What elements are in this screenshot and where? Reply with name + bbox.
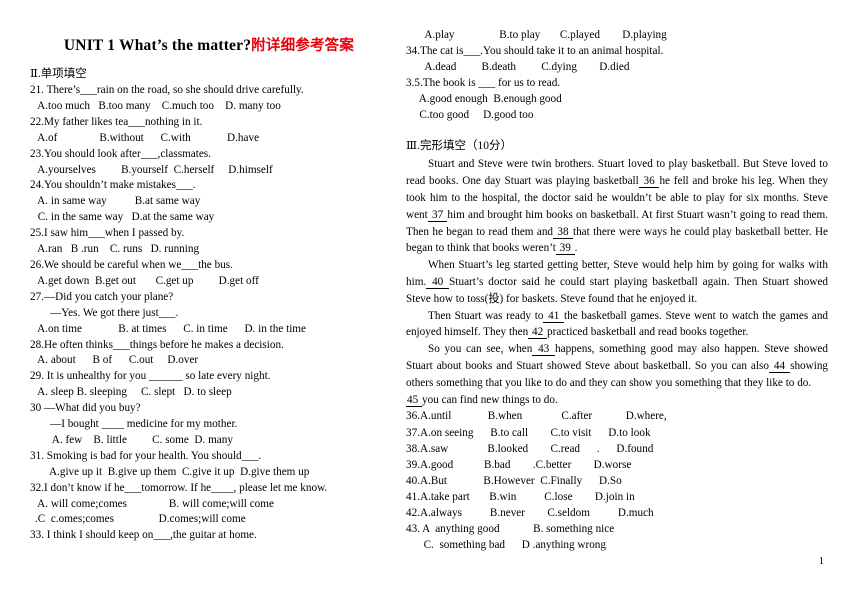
question-item: 25.I saw him___when I passed by. A.ran B… <box>30 226 388 258</box>
question-options: A. sleep B. sleeping C. slept D. to slee… <box>35 386 232 399</box>
cloze-option-row: 42.A.always B.never C.seldom D.much <box>406 507 654 520</box>
page-title: UNIT 1 What’s the matter?附详细参考答案 <box>30 34 388 55</box>
passage-text: Stuart’s doctor said he could start play… <box>406 276 829 305</box>
question-item: 21. There’s___rain on the road, so she s… <box>30 83 388 115</box>
passage-blank: 40 <box>426 276 450 290</box>
question-options: A.good enough B.enough good <box>411 92 562 105</box>
question-options: A.play B.to play C.played D.playing <box>411 29 667 41</box>
page-number: 1 <box>818 556 824 567</box>
passage-text: practiced basketball and read books toge… <box>547 326 749 339</box>
question-options: C.too good D.good too <box>411 108 534 121</box>
question-item: A.play B.to play C.played D.playing <box>406 28 828 44</box>
question-item: 27.—Did you catch your plane? —Yes. We g… <box>30 290 388 338</box>
question-item: 33. I think I should keep on___,the guit… <box>30 528 388 544</box>
section-header-ii: Ⅱ.单项填空 <box>30 68 87 80</box>
passage-blank: 38 <box>553 225 573 239</box>
question-item: 34.The cat is___.You should take it to a… <box>406 44 828 76</box>
section-header-iii: Ⅲ.完形填空（10分） <box>406 140 512 153</box>
right-column: A.play B.to play C.played D.playing 34.T… <box>396 0 842 554</box>
question-item: 22.My father likes tea___nothing in it. … <box>30 115 388 147</box>
question-options: A. about B of C.out D.over <box>35 354 199 367</box>
question-options: A.on time B. at times C. in time D. in t… <box>35 322 306 335</box>
question-item: 30 —What did you buy? —I bought ____ med… <box>30 401 388 449</box>
page-title-english: UNIT 1 What’s the matter? <box>63 37 252 54</box>
question-stem: 27.—Did you catch your plane? <box>30 290 174 303</box>
question-options: A.get down B.get out C.get up D.get off <box>35 274 259 287</box>
question-stem: 29. It is unhealthy for you ______ so la… <box>30 370 271 383</box>
question-stem: 21. There’s___rain on the road, so she s… <box>30 84 304 96</box>
question-options: A.give up it B.give up them C.give it up… <box>44 465 310 478</box>
two-column-layout: UNIT 1 What’s the matter?附详细参考答案 Ⅱ.单项填空 … <box>0 0 842 595</box>
passage-text: So you can see, when <box>428 343 533 356</box>
question-options: A. will come;comes B. will come;will com… <box>35 497 274 510</box>
question-options: .C c.omes;comes D.comes;will come <box>35 513 246 526</box>
question-options: A.yourselves B.yourself C.herself D.hims… <box>35 163 273 176</box>
question-options: C. in the same way D.at the same way <box>35 211 215 224</box>
cloze-options-list: 36.A.until B.when C.after D.where, 37.A.o… <box>406 408 828 553</box>
passage-paragraph: So you can see, when 43 happens, somethi… <box>406 341 828 391</box>
question-options: A.dead B.death C.dying D.died <box>411 60 630 73</box>
passage-paragraph: Then Stuart was ready to 41 the basketba… <box>406 308 828 342</box>
question-stem: 31. Smoking is bad for your health. You … <box>30 449 262 462</box>
question-item: 26.We should be careful when we___the bu… <box>30 258 388 290</box>
cloze-option-row: 39.A.good B.bad .C.better D.worse <box>406 458 632 471</box>
question-stem: 22.My father likes tea___nothing in it. <box>30 115 203 128</box>
passage-blank: 39 <box>555 242 575 256</box>
cloze-option-row: 38.A.saw B.looked C.read . D.found <box>406 442 654 455</box>
passage-blank: 41 <box>543 309 564 323</box>
passage-text: you can find new things to do. <box>421 393 558 406</box>
question-options: A.ran B .run C. runs D. running <box>35 243 200 256</box>
question-stem: 23.You should look after___,classmates. <box>30 147 211 160</box>
question-options: A. in same way B.at same way <box>35 195 201 208</box>
passage-blank: 44 <box>768 360 791 373</box>
passage-text: . <box>574 242 578 255</box>
question-stem: 28.He often thinks___things before he ma… <box>30 338 284 351</box>
cloze-option-row: 36.A.until B.when C.after D.where, <box>406 410 667 423</box>
passage-blank: 37 <box>427 208 448 222</box>
left-column: UNIT 1 What’s the matter?附详细参考答案 Ⅱ.单项填空 … <box>0 0 396 544</box>
question-stem: 25.I saw him___when I passed by. <box>30 227 185 240</box>
passage-paragraph: 45 you can find new things to do. <box>406 392 828 409</box>
question-item: 29. It is unhealthy for you ______ so la… <box>30 369 388 401</box>
passage-paragraph: Stuart and Steve were twin brothers. Stu… <box>406 156 828 257</box>
question-stem: 26.We should be careful when we___the bu… <box>30 258 233 271</box>
cloze-option-row: 40.A.But B.However C.Finally D.So <box>406 474 622 487</box>
passage-paragraph: When Stuart’s leg started getting better… <box>406 257 828 307</box>
passage-text: Then Stuart was ready to <box>428 309 544 322</box>
passage-blank: 42 <box>528 326 547 340</box>
cloze-option-row: 37.A.on seeing B.to call C.to visit D.to… <box>406 426 651 439</box>
question-stem: 24.You shouldn’t make mistakes___. <box>30 179 196 192</box>
question-stem: 3.5.The book is ___ for us to read. <box>406 76 561 89</box>
page-title-chinese: 附详细参考答案 <box>251 38 355 54</box>
question-item: 31. Smoking is bad for your health. You … <box>30 449 388 481</box>
question-item: 23.You should look after___,classmates. … <box>30 147 388 179</box>
cloze-passage: Stuart and Steve were twin brothers. Stu… <box>406 156 828 408</box>
question-options: A.too much B.too many C.much too D. many… <box>35 99 281 112</box>
question-dialogue-line: —Yes. We got there just___. <box>50 306 179 319</box>
cloze-option-row: 41.A.take part B.win C.lose D.join in <box>406 491 635 504</box>
passage-blank: 43 <box>532 343 556 357</box>
document-page: UNIT 1 What’s the matter?附详细参考答案 Ⅱ.单项填空 … <box>0 0 842 595</box>
question-stem: 30 —What did you buy? <box>30 402 141 415</box>
question-dialogue-line: —I bought ____ medicine for my mother. <box>50 418 238 431</box>
question-item: 32.I don’t know if he___tomorrow. If he_… <box>30 481 388 529</box>
question-stem: 32.I don’t know if he___tomorrow. If he_… <box>30 481 328 494</box>
question-options: A. few B. little C. some D. many <box>44 433 233 446</box>
cloze-option-row: 43. A anything good B. something nice <box>406 523 615 536</box>
cloze-option-row: C. something bad D .anything wrong <box>418 539 606 552</box>
question-item: 3.5.The book is ___ for us to read. A.go… <box>406 76 828 124</box>
question-item: 24.You shouldn’t make mistakes___. A. in… <box>30 178 388 226</box>
passage-blank: 45 <box>406 393 422 407</box>
passage-blank: 36 <box>638 175 660 189</box>
question-stem: 33. I think I should keep on___,the guit… <box>30 529 257 542</box>
question-options: A.of B.without C.with D.have <box>35 131 260 144</box>
question-stem: 34.The cat is___.You should take it to a… <box>406 44 664 57</box>
question-item: 28.He often thinks___things before he ma… <box>30 338 388 370</box>
